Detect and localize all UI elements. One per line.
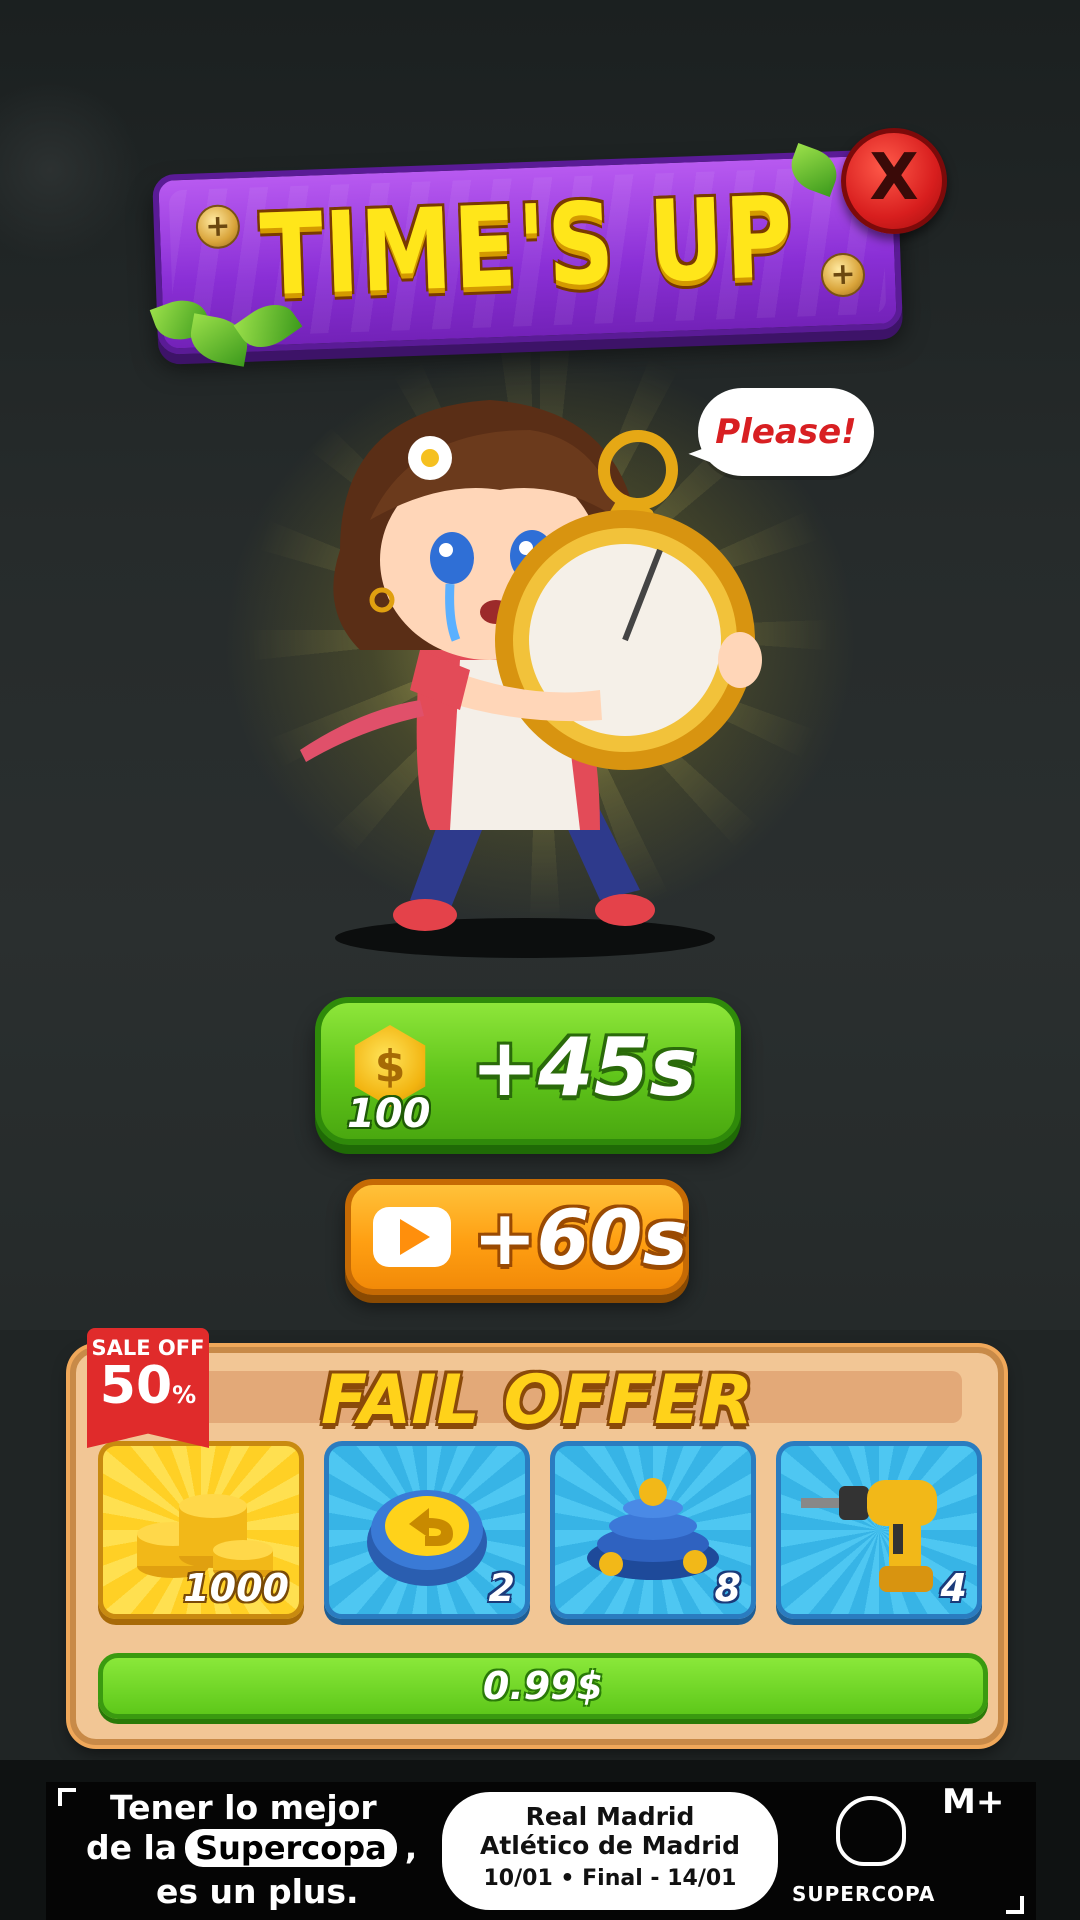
ad-line-2-suffix: , — [404, 1828, 418, 1867]
sale-badge: SALE OFF 50% — [87, 1328, 209, 1448]
close-icon: X — [869, 141, 919, 215]
fail-offer-panel: FAIL OFFER 1000 2 8 4 0.99$ — [70, 1347, 1004, 1745]
item-count: 4 — [940, 1566, 967, 1610]
coin-cost: 100 — [347, 1091, 431, 1137]
sale-percent-value: 50 — [99, 1356, 173, 1416]
ad-banner[interactable]: Tener lo mejor de la Supercopa , es un p… — [46, 1782, 1036, 1920]
offer-item-coins: 1000 — [98, 1441, 304, 1619]
ad-team-2: Atlético de Madrid — [479, 1831, 741, 1860]
offer-title: FAIL OFFER — [320, 1361, 754, 1440]
play-video-icon — [373, 1207, 451, 1267]
ad-match-dates: 10/01 • Final - 14/01 — [483, 1866, 737, 1891]
watch-video-button[interactable]: +60s — [345, 1179, 689, 1295]
offer-items: 1000 2 8 4 — [98, 1441, 988, 1619]
ad-line-1: Tener lo mejor — [110, 1788, 377, 1827]
trophy-icon — [836, 1796, 906, 1866]
ad-corner — [1006, 1896, 1024, 1914]
offer-price: 0.99$ — [482, 1664, 604, 1708]
ad-corner — [58, 1788, 76, 1806]
crying-chef-character — [300, 400, 762, 958]
offer-item-screws: 8 — [550, 1441, 756, 1619]
video-button-label: +60s — [473, 1193, 688, 1282]
ad-brand-logo: M+ — [942, 1782, 1005, 1822]
sale-badge-percent: 50% — [87, 1360, 209, 1412]
item-count: 8 — [714, 1566, 741, 1610]
item-count: 1000 — [183, 1566, 289, 1610]
offer-item-drill: 4 — [776, 1441, 982, 1619]
sale-percent-sign: % — [172, 1381, 197, 1409]
dialog-title: TIME'S UP — [258, 172, 797, 322]
ad-highlight: Supercopa — [185, 1828, 397, 1867]
buy-offer-button[interactable]: 0.99$ — [98, 1653, 988, 1719]
ad-competition: SUPERCOPA — [792, 1882, 936, 1906]
ad-team-1: Real Madrid — [525, 1802, 695, 1831]
offer-item-undo: 2 — [324, 1441, 530, 1619]
close-button[interactable]: X — [841, 128, 947, 234]
ad-match-card: Real Madrid Atlético de Madrid 10/01 • F… — [442, 1792, 778, 1910]
ad-line-2-prefix: de la — [86, 1828, 178, 1867]
buy-time-coins-button[interactable]: $ 100 +45s — [315, 997, 741, 1145]
ad-line-2: de la Supercopa , — [86, 1828, 417, 1867]
item-count: 2 — [488, 1566, 515, 1610]
ad-line-3: es un plus. — [156, 1872, 359, 1911]
coins-button-label: +45s — [471, 1021, 697, 1114]
